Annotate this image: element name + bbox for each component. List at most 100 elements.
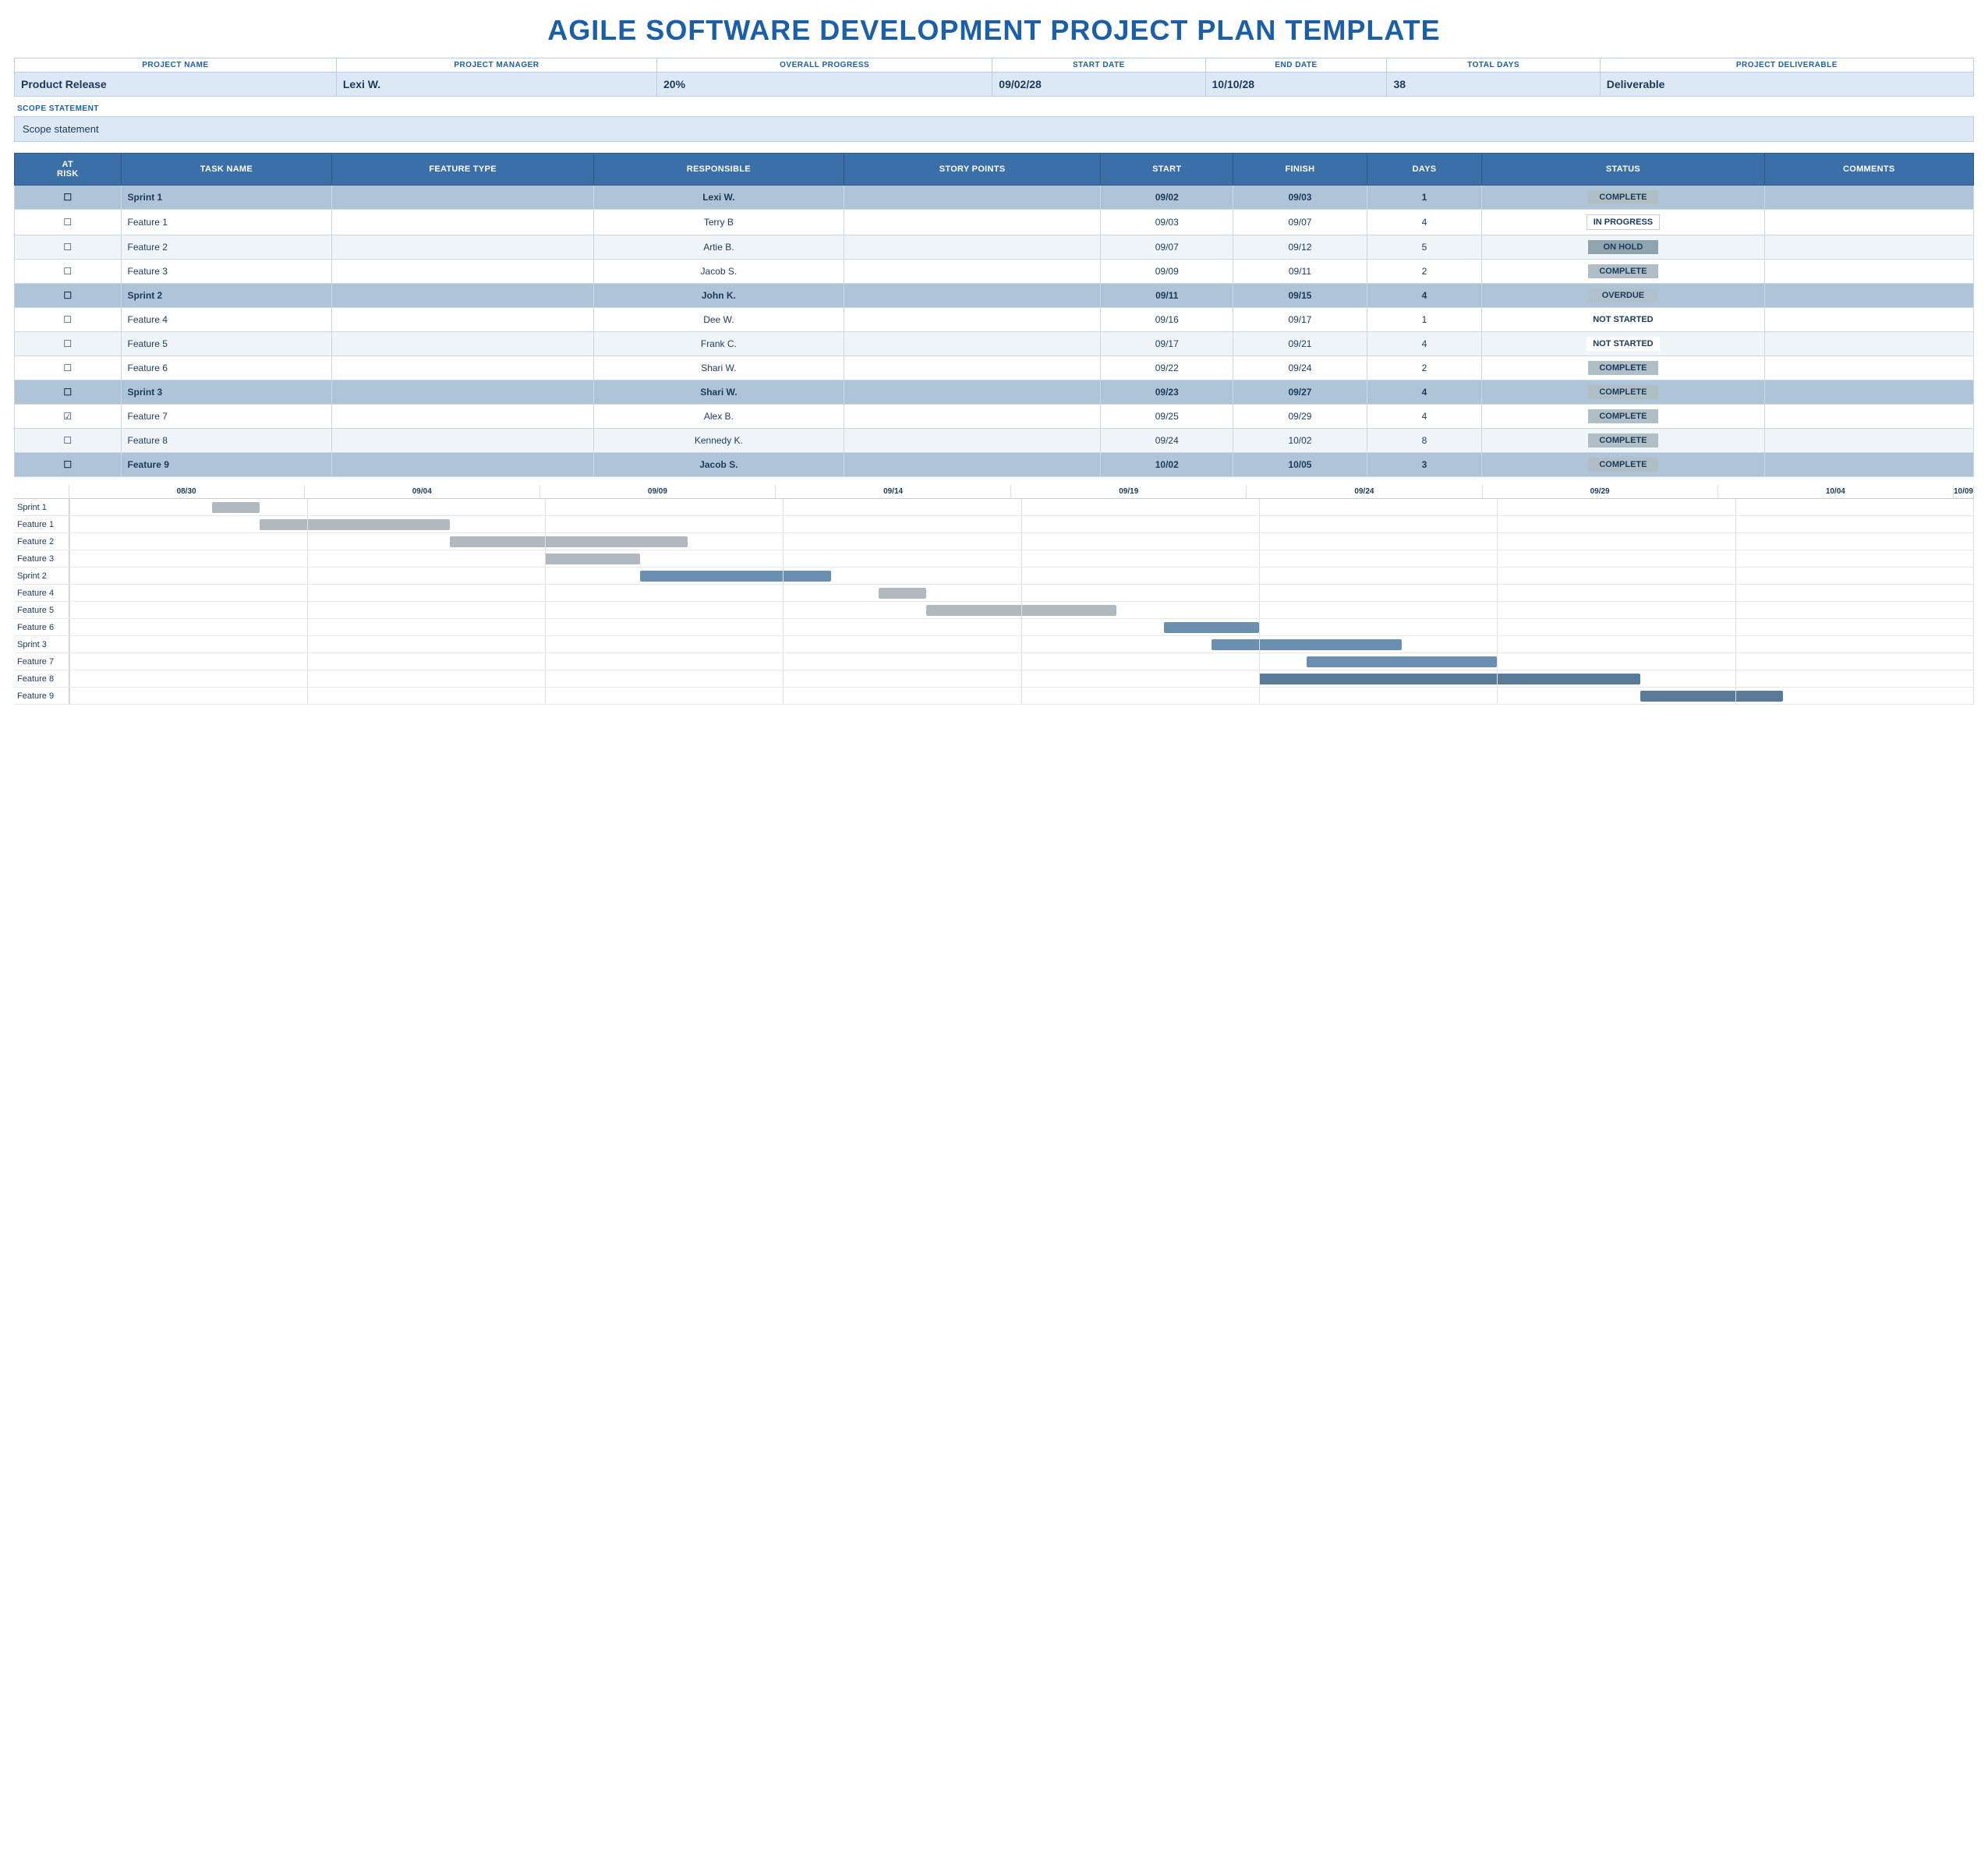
at-risk-checkbox[interactable]: ☑ xyxy=(15,405,122,429)
gantt-grid-line xyxy=(545,636,546,653)
at-risk-checkbox[interactable]: ☐ xyxy=(15,186,122,210)
gantt-row-label: Feature 1 xyxy=(14,516,69,533)
gantt-bar-cell xyxy=(69,653,1974,670)
at-risk-checkbox[interactable]: ☐ xyxy=(15,380,122,405)
gantt-grid-line xyxy=(783,619,784,635)
gantt-grid-line xyxy=(1497,516,1498,532)
status-cell: COMPLETE xyxy=(1482,186,1764,210)
gantt-grid-line xyxy=(1497,619,1498,635)
gantt-row: Sprint 3 xyxy=(14,636,1974,653)
gantt-grid-line xyxy=(307,636,308,653)
gantt-grid-line xyxy=(1497,585,1498,601)
project-name-label: PROJECT NAME xyxy=(15,58,337,73)
status-badge: COMPLETE xyxy=(1588,361,1658,375)
at-risk-checkbox[interactable]: ☐ xyxy=(15,210,122,235)
gantt-grid-line xyxy=(1973,533,1974,550)
story-points xyxy=(844,260,1101,284)
gantt-grid-line xyxy=(783,653,784,670)
start-date: 09/17 xyxy=(1101,332,1233,356)
task-name: Feature 9 xyxy=(121,453,332,477)
at-risk-checkbox[interactable]: ☐ xyxy=(15,284,122,308)
gantt-axis-label: 09/14 xyxy=(776,485,1011,499)
comments xyxy=(1764,210,1973,235)
feature-type xyxy=(332,235,594,260)
gantt-row: Feature 7 xyxy=(14,653,1974,670)
gantt-axis-label: 10/04 xyxy=(1717,485,1953,499)
status-cell: COMPLETE xyxy=(1482,429,1764,453)
story-points xyxy=(844,429,1101,453)
finish-date: 09/03 xyxy=(1233,186,1367,210)
gantt-grid-line xyxy=(1735,688,1736,704)
start-date-value: 09/02/28 xyxy=(992,73,1205,97)
finish-date: 10/02 xyxy=(1233,429,1367,453)
feature-type xyxy=(332,380,594,405)
gantt-row: Feature 6 xyxy=(14,619,1974,636)
col-comments: COMMENTS xyxy=(1764,154,1973,186)
gantt-grid-line xyxy=(1735,636,1736,653)
table-row: ☑ Feature 7 Alex B. 09/25 09/29 4 COMPLE… xyxy=(15,405,1974,429)
gantt-grid-line xyxy=(69,602,70,618)
gantt-grid-line xyxy=(783,499,784,515)
gantt-grid-line xyxy=(1021,585,1022,601)
status-cell: NOT STARTED xyxy=(1482,308,1764,332)
start-date: 09/07 xyxy=(1101,235,1233,260)
status-cell: IN PROGRESS xyxy=(1482,210,1764,235)
gantt-bar-cell xyxy=(69,499,1974,516)
gantt-grid-line xyxy=(307,499,308,515)
deliverable-value: Deliverable xyxy=(1600,73,1973,97)
gantt-row: Feature 1 xyxy=(14,516,1974,533)
responsible: Jacob S. xyxy=(593,260,844,284)
gantt-grid-line xyxy=(307,533,308,550)
gantt-row-label: Feature 6 xyxy=(14,619,69,636)
task-name: Sprint 3 xyxy=(121,380,332,405)
gantt-grid-line xyxy=(1973,568,1974,584)
at-risk-checkbox[interactable]: ☐ xyxy=(15,429,122,453)
finish-date: 09/11 xyxy=(1233,260,1367,284)
gantt-grid-line xyxy=(307,550,308,567)
feature-type xyxy=(332,332,594,356)
gantt-grid-line xyxy=(1973,550,1974,567)
at-risk-checkbox[interactable]: ☐ xyxy=(15,332,122,356)
finish-date: 10/05 xyxy=(1233,453,1367,477)
gantt-grid-line xyxy=(1973,516,1974,532)
at-risk-checkbox[interactable]: ☐ xyxy=(15,356,122,380)
gantt-grid-line xyxy=(1497,602,1498,618)
gantt-grid-line xyxy=(1497,533,1498,550)
story-points xyxy=(844,405,1101,429)
gantt-grid-line xyxy=(1735,550,1736,567)
gantt-grid-line xyxy=(1973,653,1974,670)
gantt-row-label: Feature 5 xyxy=(14,602,69,619)
comments xyxy=(1764,380,1973,405)
responsible: John K. xyxy=(593,284,844,308)
days: 4 xyxy=(1367,332,1482,356)
gantt-grid-line xyxy=(307,688,308,704)
gantt-grid-line xyxy=(69,670,70,687)
feature-type xyxy=(332,186,594,210)
at-risk-checkbox[interactable]: ☐ xyxy=(15,260,122,284)
at-risk-checkbox[interactable]: ☐ xyxy=(15,453,122,477)
total-days-value: 38 xyxy=(1387,73,1600,97)
at-risk-checkbox[interactable]: ☐ xyxy=(15,308,122,332)
status-cell: NOT STARTED xyxy=(1482,332,1764,356)
gantt-bar xyxy=(1164,622,1259,633)
status-badge: COMPLETE xyxy=(1588,190,1658,204)
status-badge: COMPLETE xyxy=(1588,409,1658,423)
start-date: 09/23 xyxy=(1101,380,1233,405)
task-name: Feature 8 xyxy=(121,429,332,453)
project-manager-label: PROJECT MANAGER xyxy=(336,58,656,73)
gantt-grid-line xyxy=(1735,619,1736,635)
task-table: ATRISK TASK NAME FEATURE TYPE RESPONSIBL… xyxy=(14,153,1974,477)
start-date: 09/11 xyxy=(1101,284,1233,308)
col-responsible: RESPONSIBLE xyxy=(593,154,844,186)
gantt-grid-line xyxy=(1735,602,1736,618)
gantt-bar xyxy=(450,536,688,547)
gantt-grid-line xyxy=(1735,516,1736,532)
table-row: ☐ Feature 4 Dee W. 09/16 09/17 1 NOT STA… xyxy=(15,308,1974,332)
gantt-row-label: Feature 4 xyxy=(14,585,69,602)
at-risk-checkbox[interactable]: ☐ xyxy=(15,235,122,260)
gantt-grid-line xyxy=(307,653,308,670)
start-date: 10/02 xyxy=(1101,453,1233,477)
status-cell: ON HOLD xyxy=(1482,235,1764,260)
gantt-bar-cell xyxy=(69,619,1974,636)
gantt-row: Sprint 1 xyxy=(14,499,1974,516)
